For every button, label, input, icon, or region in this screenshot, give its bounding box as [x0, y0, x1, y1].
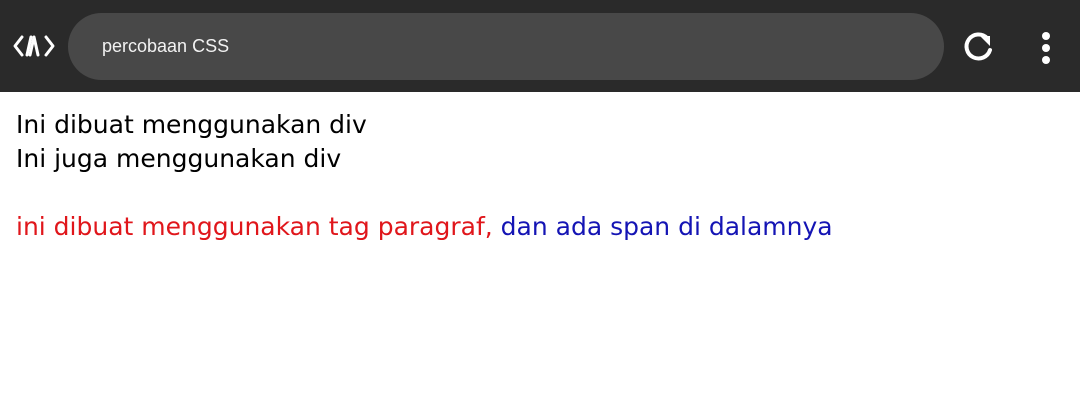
span-text: dan ada span di dalamnya: [492, 212, 833, 241]
paragraph: ini dibuat menggunakan tag paragraf, dan…: [16, 208, 1066, 246]
reload-icon[interactable]: [956, 26, 1000, 68]
div-text-2: Ini juga menggunakan div: [16, 144, 342, 173]
div-text-1: Ini dibuat menggunakan div: [16, 110, 367, 139]
browser-toolbar: percobaan CSS: [0, 0, 1080, 92]
kebab-menu-icon[interactable]: [1026, 26, 1066, 70]
page-content: Ini dibuat menggunakan div Ini juga meng…: [16, 108, 1066, 246]
paragraph-text: ini dibuat menggunakan tag paragraf,: [16, 212, 493, 241]
address-bar[interactable]: percobaan CSS: [68, 13, 944, 80]
code-brackets-icon[interactable]: [12, 31, 56, 61]
page-title: percobaan CSS: [102, 36, 230, 56]
